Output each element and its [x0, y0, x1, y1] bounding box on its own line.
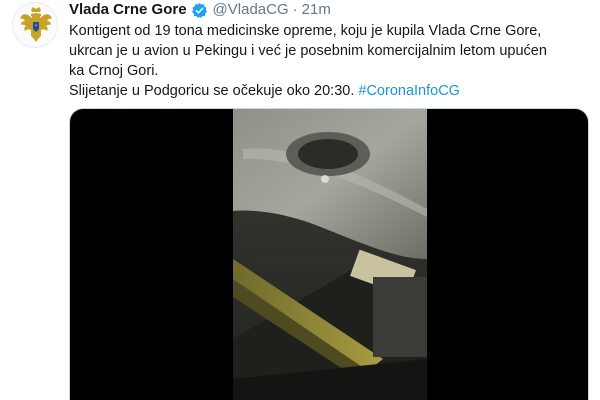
- hashtag-link[interactable]: #CoronaInfoCG: [358, 83, 460, 99]
- tweet-text-line: Slijetanje u Podgoricu se očekuje oko 20…: [69, 81, 589, 101]
- verified-badge-icon: [191, 2, 208, 19]
- author-display-name[interactable]: Vlada Crne Gore: [69, 0, 187, 20]
- tweet-text-line: Kontigent od 19 tona medicinske opreme, …: [69, 23, 542, 39]
- tweet-text-line: ukrcan je u avion u Pekingu i već je pos…: [69, 43, 547, 59]
- author-handle[interactable]: @VladaCG: [213, 0, 289, 20]
- tweet-timestamp[interactable]: 21m: [302, 0, 331, 20]
- tweet-text-line: ka Crnoj Gori.: [69, 63, 159, 79]
- video-player[interactable]: [69, 108, 589, 400]
- tweet-text: Kontigent od 19 tona medicinske opreme, …: [69, 21, 589, 101]
- video-thumbnail[interactable]: [233, 109, 427, 400]
- tweet[interactable]: Vlada Crne Gore @VladaCG · 21m Kontigent…: [0, 0, 600, 400]
- separator-dot: ·: [292, 1, 298, 18]
- tweet-text-sentence: Slijetanje u Podgoricu se očekuje oko 20…: [69, 83, 355, 99]
- avatar[interactable]: [12, 2, 58, 48]
- montenegro-coat-of-arms-icon: [13, 3, 57, 47]
- tweet-header: Vlada Crne Gore @VladaCG · 21m: [69, 0, 331, 20]
